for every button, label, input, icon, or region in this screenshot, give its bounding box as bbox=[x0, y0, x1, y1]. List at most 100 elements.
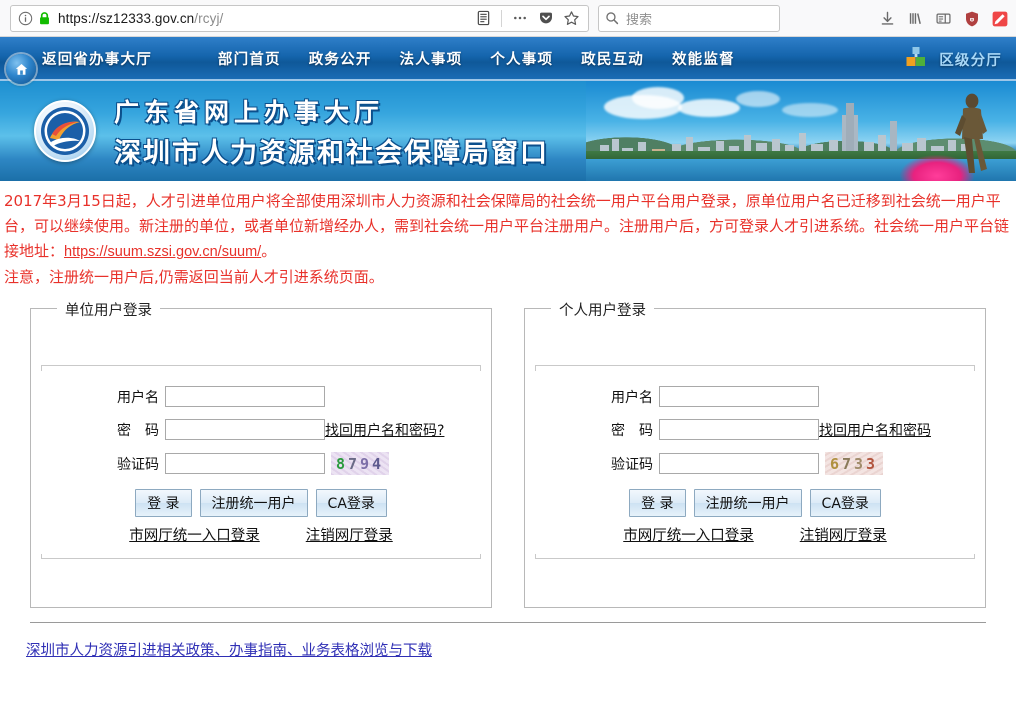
personal-login-button[interactable]: 登 录 bbox=[629, 489, 686, 517]
personal-register-unified-user-button[interactable]: 注册统一用户 bbox=[693, 489, 802, 517]
padlock-secure-icon[interactable] bbox=[38, 11, 51, 26]
personal-link-row: 市网厅统一入口登录 注销网厅登录 bbox=[525, 524, 985, 545]
unit-login-button[interactable]: 登 录 bbox=[135, 489, 192, 517]
nav-links: 返回省办事大厅 部门首页 政务公开 法人事项 个人事项 政民互动 效能监督 bbox=[42, 48, 749, 69]
personal-logout-portal-login-link[interactable]: 注销网厅登录 bbox=[800, 524, 887, 545]
personal-city-portal-unified-entry-login-link[interactable]: 市网厅统一入口登录 bbox=[623, 524, 754, 545]
url-host: https://sz12333.gov.cn bbox=[58, 10, 195, 26]
ublock-origin-shield-icon[interactable]: ʊ bbox=[959, 6, 984, 31]
unit-ca-login-button[interactable]: CA登录 bbox=[315, 489, 387, 517]
notice-block: 2017年3月15日起，人才引进单位用户将全部使用深圳市人力资源和社会保障局的社… bbox=[0, 181, 1016, 290]
login-panels: 单位用户登录 用户名 密 码 找回用户名和密码? 验证码 8794 登 录 注册… bbox=[0, 290, 1016, 608]
unit-link-row: 市网厅统一入口登录 注销网厅登录 bbox=[31, 524, 491, 545]
site-navigation-bar: 返回省办事大厅 部门首页 政务公开 法人事项 个人事项 政民互动 效能监督 区级… bbox=[0, 37, 1016, 84]
unit-username-input[interactable] bbox=[165, 386, 325, 407]
library-icon[interactable] bbox=[903, 6, 928, 31]
downloads-icon[interactable] bbox=[875, 6, 900, 31]
url-path: /rcyj/ bbox=[194, 10, 224, 26]
unit-logout-portal-login-link[interactable]: 注销网厅登录 bbox=[306, 524, 393, 545]
personal-captcha-row: 验证码 6733 bbox=[525, 452, 985, 475]
captcha-digit: 4 bbox=[372, 454, 385, 473]
notice-paragraph-2: 注意，注册统一用户后,仍需返回当前人才引进系统页面。 bbox=[4, 268, 384, 286]
district-branch-area: 区级分厅 bbox=[903, 37, 1002, 81]
unit-captcha-label: 验证码 bbox=[117, 456, 159, 473]
nav-return-province-hall[interactable]: 返回省办事大厅 bbox=[42, 48, 166, 69]
unit-password-input[interactable] bbox=[165, 419, 325, 440]
bookmark-star-icon[interactable] bbox=[559, 6, 584, 31]
svg-text:ʊ: ʊ bbox=[969, 15, 974, 23]
captcha-digit: 8 bbox=[335, 454, 348, 473]
suum-platform-link[interactable]: https://suum.szsi.gov.cn/suum/ bbox=[64, 244, 261, 260]
search-bar[interactable]: 搜索 bbox=[598, 4, 780, 32]
unit-inner-divider bbox=[41, 365, 481, 371]
sidebar-icon[interactable] bbox=[931, 6, 956, 31]
unit-captcha-image[interactable]: 8794 bbox=[331, 452, 389, 475]
district-branch-building-icon bbox=[903, 44, 929, 75]
unit-username-row: 用户名 bbox=[31, 386, 491, 407]
urlbar-action-buttons bbox=[471, 6, 584, 31]
personal-captcha-image[interactable]: 6733 bbox=[825, 452, 883, 475]
personal-form-rows: 用户名 密 码 找回用户名和密码 验证码 6733 登 录 注册统一用户 CA登… bbox=[525, 366, 985, 545]
personal-inner-divider bbox=[535, 365, 975, 371]
district-branch-link[interactable]: 区级分厅 bbox=[939, 49, 1002, 70]
banner-title-line2: 深圳市人力资源和社会保障局窗口 bbox=[114, 137, 549, 169]
unit-register-unified-user-button[interactable]: 注册统一用户 bbox=[199, 489, 308, 517]
extension-red-icon[interactable] bbox=[987, 6, 1012, 31]
footer: 深圳市人力资源引进相关政策、办事指南、业务表格浏览与下载 bbox=[0, 623, 1016, 660]
unit-form-rows: 用户名 密 码 找回用户名和密码? 验证码 8794 登 录 注册统一用户 CA… bbox=[31, 366, 491, 545]
site-banner: 广东省网上办事大厅 深圳市人力资源和社会保障局窗口 bbox=[0, 81, 1016, 181]
browser-toolbar: https://sz12333.gov.cn/rcyj/ 搜索 ʊ bbox=[0, 0, 1016, 37]
personal-captcha-input[interactable] bbox=[659, 453, 819, 474]
page-actions-ellipsis-icon[interactable] bbox=[507, 6, 532, 31]
address-bar[interactable]: https://sz12333.gov.cn/rcyj/ bbox=[10, 4, 589, 32]
unit-password-label: 密 码 bbox=[117, 422, 159, 439]
unit-login-legend: 单位用户登录 bbox=[57, 299, 160, 320]
nav-government-affairs[interactable]: 政务公开 bbox=[295, 48, 386, 69]
captcha-digit: 7 bbox=[841, 454, 854, 473]
browser-toolbar-right-buttons: ʊ bbox=[875, 0, 1012, 37]
nav-department-home[interactable]: 部门首页 bbox=[204, 48, 295, 69]
captcha-digit: 3 bbox=[866, 454, 879, 473]
unit-button-row: 登 录 注册统一用户 CA登录 bbox=[31, 489, 491, 517]
search-input[interactable]: 搜索 bbox=[626, 9, 652, 28]
captcha-digit: 3 bbox=[854, 454, 867, 473]
nav-efficiency-supervision[interactable]: 效能监督 bbox=[658, 48, 749, 69]
url-text[interactable]: https://sz12333.gov.cn/rcyj/ bbox=[58, 11, 471, 26]
nav-personal-matters[interactable]: 个人事项 bbox=[476, 48, 567, 69]
personal-password-label: 密 码 bbox=[611, 422, 653, 439]
banner-title-block: 广东省网上办事大厅 深圳市人力资源和社会保障局窗口 bbox=[0, 81, 549, 181]
unit-bottom-divider bbox=[41, 554, 481, 559]
personal-login-box: 个人用户登录 用户名 密 码 找回用户名和密码 验证码 6733 登 录 注册统… bbox=[524, 299, 986, 608]
home-icon[interactable] bbox=[6, 54, 36, 84]
personal-bottom-divider bbox=[535, 554, 975, 559]
unit-forgot-credentials-link[interactable]: 找回用户名和密码? bbox=[325, 420, 444, 440]
personal-username-row: 用户名 bbox=[525, 386, 985, 407]
notice-paragraph-1: 2017年3月15日起，人才引进单位用户将全部使用深圳市人力资源和社会保障局的社… bbox=[4, 189, 1012, 265]
deng-xiaoping-statue bbox=[955, 93, 987, 173]
personal-forgot-credentials-link[interactable]: 找回用户名和密码 bbox=[819, 420, 931, 440]
personal-username-input[interactable] bbox=[659, 386, 819, 407]
captcha-digit: 6 bbox=[829, 454, 842, 473]
search-icon bbox=[605, 11, 619, 25]
unit-captcha-input[interactable] bbox=[165, 453, 325, 474]
pocket-icon[interactable] bbox=[533, 6, 558, 31]
policies-guides-forms-download-link[interactable]: 深圳市人力资源引进相关政策、办事指南、业务表格浏览与下载 bbox=[26, 643, 432, 659]
notice-after-link: 。 bbox=[261, 242, 277, 260]
unit-password-row: 密 码 找回用户名和密码? bbox=[31, 419, 491, 440]
reader-view-icon[interactable] bbox=[471, 6, 496, 31]
personal-captcha-label: 验证码 bbox=[611, 456, 653, 473]
info-circle-icon[interactable] bbox=[18, 11, 33, 26]
nav-public-interaction[interactable]: 政民互动 bbox=[567, 48, 658, 69]
nav-legal-person-matters[interactable]: 法人事项 bbox=[386, 48, 477, 69]
personal-login-legend: 个人用户登录 bbox=[551, 299, 654, 320]
unit-login-box: 单位用户登录 用户名 密 码 找回用户名和密码? 验证码 8794 登 录 注册… bbox=[30, 299, 492, 608]
banner-title-line1: 广东省网上办事大厅 bbox=[114, 97, 385, 127]
shenzhen-skyline-photo bbox=[586, 81, 1016, 181]
unit-username-label: 用户名 bbox=[117, 389, 159, 406]
toolbar-divider bbox=[501, 9, 502, 27]
personal-password-input[interactable] bbox=[659, 419, 819, 440]
personal-ca-login-button[interactable]: CA登录 bbox=[809, 489, 881, 517]
personal-username-label: 用户名 bbox=[611, 389, 653, 406]
captcha-digit: 7 bbox=[347, 454, 360, 473]
unit-city-portal-unified-entry-login-link[interactable]: 市网厅统一入口登录 bbox=[129, 524, 260, 545]
